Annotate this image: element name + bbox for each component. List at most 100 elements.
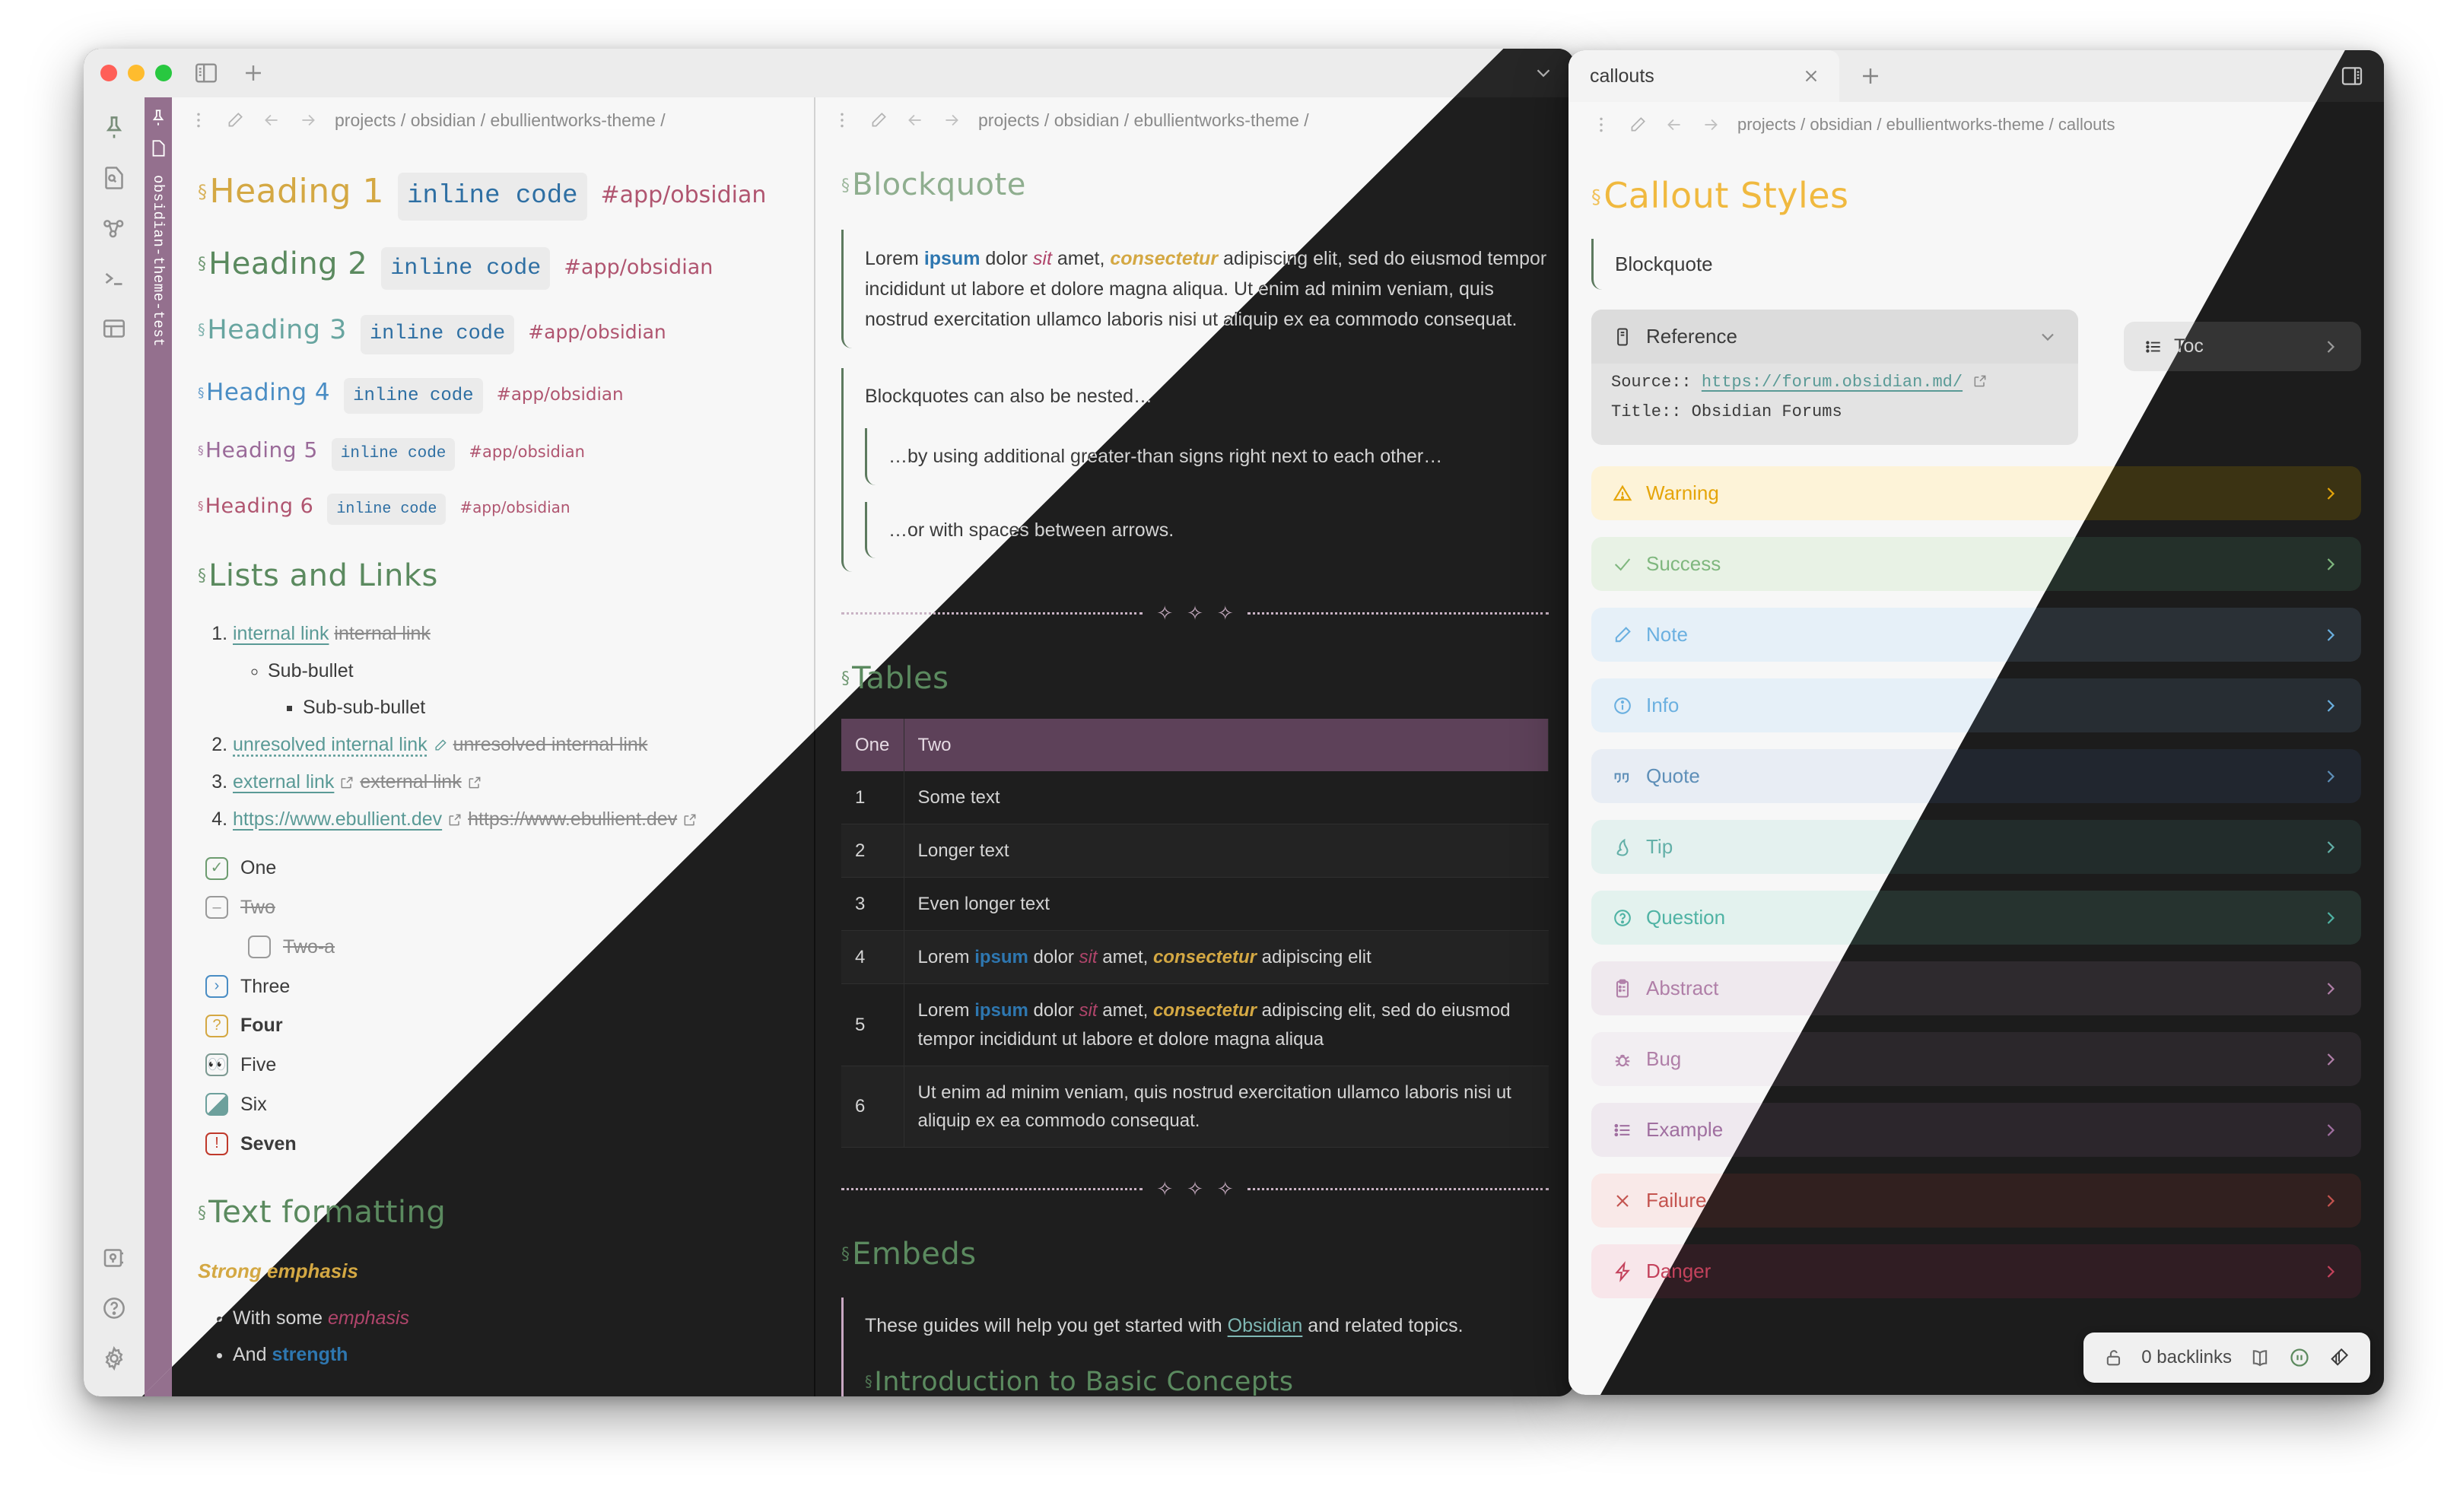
- traffic-lights-light[interactable]: [84, 65, 172, 81]
- link[interactable]: external link: [233, 771, 334, 793]
- chevron-right-icon[interactable]: [2320, 1120, 2341, 1141]
- graph-icon[interactable]: [100, 214, 128, 242]
- hashtag[interactable]: #app/obsidian: [469, 440, 585, 465]
- list-item: Sub-bulletSub-sub-bullet: [268, 656, 788, 723]
- right-sidebar-toggle-icon[interactable]: [2340, 64, 2364, 88]
- chevron-right-icon[interactable]: [2320, 1261, 2341, 1282]
- task-checkbox-forward[interactable]: ›: [205, 974, 228, 998]
- more-vertical-icon[interactable]: [832, 110, 852, 130]
- vertical-tab-strip-light[interactable]: obsidian-theme-test: [145, 97, 172, 1396]
- maximize-window-button[interactable]: [155, 65, 172, 81]
- chevron-right-icon[interactable]: [2320, 1190, 2341, 1212]
- file-search-icon[interactable]: [100, 164, 128, 192]
- task-checkbox-dash[interactable]: –: [205, 896, 228, 920]
- settings-icon[interactable]: [100, 1345, 128, 1372]
- inline-code: inline code: [360, 315, 515, 355]
- link[interactable]: internal link: [233, 623, 329, 644]
- chevron-right-icon[interactable]: [2320, 695, 2341, 716]
- more-vertical-icon[interactable]: [1591, 115, 1611, 135]
- breadcrumb[interactable]: projects / obsidian / ebullientworks-the…: [335, 110, 666, 131]
- accent-consectetur: consectetur: [1152, 947, 1257, 968]
- arrow-right-icon[interactable]: [1701, 115, 1721, 135]
- chevron-right-icon[interactable]: [2320, 336, 2341, 357]
- task-checkbox-check[interactable]: ✓: [205, 856, 228, 880]
- breadcrumb[interactable]: projects / obsidian / ebullientworks-the…: [1737, 115, 2115, 135]
- hashtag[interactable]: #app/obsidian: [459, 496, 570, 519]
- titlebar-light: [84, 49, 1575, 97]
- task-checkbox-question[interactable]: ?: [205, 1014, 228, 1037]
- sidebar-toggle-icon[interactable]: [193, 60, 219, 86]
- chevron-right-icon[interactable]: [2320, 483, 2341, 504]
- embed-block: These guides will help you get started w…: [841, 1297, 1549, 1396]
- pencil-icon[interactable]: [1628, 115, 1648, 135]
- accent-sit: sit: [1079, 1000, 1098, 1021]
- section-marker: §: [198, 443, 205, 458]
- close-icon[interactable]: [1801, 66, 1821, 86]
- more-vertical-icon[interactable]: [189, 110, 208, 130]
- callout-label: Quote: [1646, 764, 1700, 787]
- link[interactable]: unresolved internal link: [233, 734, 427, 755]
- tab-callouts[interactable]: callouts: [1568, 50, 1839, 102]
- task-checkbox-half[interactable]: [205, 1093, 228, 1117]
- breadcrumb[interactable]: projects / obsidian / ebullientworks-the…: [978, 110, 1309, 131]
- file-icon[interactable]: [148, 138, 168, 158]
- callout-danger[interactable]: Danger: [1591, 1244, 2361, 1298]
- theme-icon[interactable]: [2328, 1346, 2350, 1369]
- chevron-down-icon[interactable]: [1532, 62, 1555, 84]
- table-column-header: Two: [904, 718, 1549, 771]
- link-strikethrough: internal link: [334, 622, 431, 644]
- hashtag[interactable]: #app/obsidian: [564, 252, 713, 284]
- plus-icon[interactable]: [240, 60, 266, 86]
- link[interactable]: https://www.ebullient.dev: [233, 808, 442, 830]
- vault-icon[interactable]: [100, 1244, 128, 1272]
- layout-icon[interactable]: [100, 315, 128, 342]
- arrow-right-icon[interactable]: [942, 110, 961, 130]
- inline-code: inline code: [344, 378, 483, 415]
- x-icon: [1611, 1190, 1634, 1212]
- pause-circle-icon[interactable]: [2288, 1346, 2311, 1369]
- chevron-right-icon[interactable]: [2320, 766, 2341, 787]
- chevron-right-icon[interactable]: [2320, 624, 2341, 646]
- terminal-icon[interactable]: [100, 265, 128, 292]
- backlinks-count[interactable]: 0 backlinks: [2141, 1347, 2232, 1368]
- task-checkbox-eyes[interactable]: 👀: [205, 1053, 228, 1077]
- chevron-right-icon[interactable]: [2320, 978, 2341, 999]
- flame-icon: [1611, 836, 1634, 859]
- unlock-icon[interactable]: [2103, 1347, 2125, 1368]
- task-label: One: [240, 857, 277, 879]
- pencil-icon[interactable]: [869, 110, 888, 130]
- book-open-icon[interactable]: [2249, 1346, 2271, 1369]
- chevron-right-icon[interactable]: [2320, 554, 2341, 575]
- pin-icon[interactable]: [148, 108, 168, 128]
- hashtag[interactable]: #app/obsidian: [497, 382, 624, 409]
- link[interactable]: Obsidian: [1228, 1315, 1303, 1336]
- question-circle-icon: [1611, 907, 1634, 929]
- minimize-window-button[interactable]: [128, 65, 145, 81]
- close-window-button[interactable]: [100, 65, 117, 81]
- arrow-left-icon[interactable]: [262, 110, 281, 130]
- arrow-left-icon[interactable]: [1664, 115, 1684, 135]
- chevron-down-icon[interactable]: [2037, 326, 2058, 348]
- chevron-right-icon[interactable]: [2320, 1049, 2341, 1070]
- pin-icon[interactable]: [100, 114, 128, 141]
- source-link[interactable]: https://forum.obsidian.md/: [1702, 373, 1963, 392]
- help-icon[interactable]: [100, 1294, 128, 1322]
- reference-source-row: Source:: https://forum.obsidian.md/: [1611, 368, 2058, 398]
- pencil-icon[interactable]: [225, 110, 245, 130]
- task-checkbox-important[interactable]: !: [205, 1132, 228, 1155]
- task-label: Five: [240, 1054, 277, 1076]
- inline-code: inline code: [331, 438, 456, 471]
- task-checkbox-empty[interactable]: [248, 935, 271, 959]
- callout-reference[interactable]: ReferenceSource:: https://forum.obsidian…: [1591, 310, 2078, 445]
- arrow-right-icon[interactable]: [298, 110, 318, 130]
- table-cell-text: Longer text: [904, 824, 1549, 878]
- callout-header[interactable]: Reference: [1591, 310, 2078, 364]
- chevron-right-icon[interactable]: [2320, 837, 2341, 858]
- chevron-right-icon[interactable]: [2320, 907, 2341, 929]
- hashtag[interactable]: #app/obsidian: [528, 318, 666, 348]
- list-item: internal link internal link Sub-bulletSub…: [233, 619, 788, 723]
- plus-icon[interactable]: [1858, 63, 1883, 89]
- hashtag[interactable]: #app/obsidian: [601, 178, 767, 214]
- task-label: Seven: [240, 1132, 297, 1155]
- arrow-left-icon[interactable]: [905, 110, 925, 130]
